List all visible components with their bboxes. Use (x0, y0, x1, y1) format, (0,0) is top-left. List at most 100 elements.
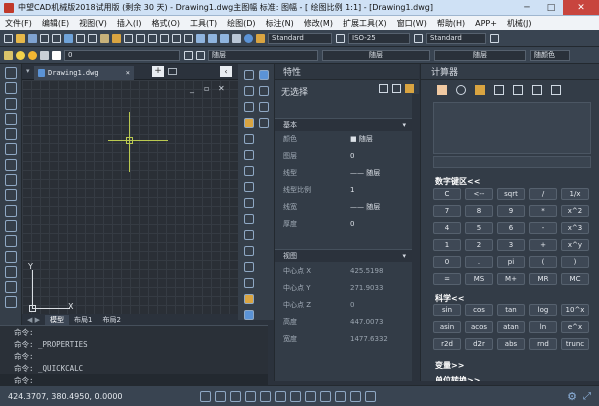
menu-file[interactable]: 文件(F) (0, 18, 37, 29)
annotation-scale-icon[interactable] (350, 390, 361, 402)
numpad-key[interactable]: ( (529, 256, 557, 268)
unit-conversion-toggle[interactable]: 单位转换>> (435, 375, 480, 381)
zoom-window-icon[interactable] (172, 33, 181, 43)
rotate-icon[interactable] (244, 166, 254, 176)
break-icon[interactable] (244, 246, 254, 256)
property-row[interactable]: 线型比例 1 (283, 183, 411, 196)
tab-list-icon[interactable] (168, 68, 177, 75)
property-row[interactable]: 线型 —— 随层 (283, 166, 411, 179)
text-style-select[interactable]: Standard (268, 32, 332, 44)
layout-nav-icon[interactable]: ◀ ▶ (22, 316, 45, 324)
lineweight-select[interactable]: 随层 (434, 49, 526, 61)
properties-icon[interactable] (196, 33, 205, 43)
layer-select[interactable]: 0 (64, 49, 180, 61)
point-icon[interactable] (4, 265, 17, 278)
property-row[interactable]: 厚度 0 (283, 217, 411, 230)
property-row[interactable]: 中心点 Y 271.9033 (283, 281, 411, 294)
ortho-icon[interactable] (230, 390, 241, 402)
spline-icon[interactable] (4, 189, 17, 202)
numpad-key[interactable]: . (465, 256, 493, 268)
paste-value-icon[interactable] (475, 85, 485, 95)
new-tab-button[interactable]: + (152, 66, 164, 77)
design-center-icon[interactable] (208, 33, 217, 43)
numpad-key[interactable]: 7 (433, 205, 461, 217)
select-objects-icon[interactable] (392, 84, 401, 93)
menu-mechanical[interactable]: 机械(J) (502, 18, 537, 29)
line-icon[interactable] (4, 67, 17, 79)
numpad-key[interactable]: 0 (433, 256, 461, 268)
insert-block-icon[interactable] (4, 235, 17, 248)
numpad-key[interactable]: x^3 (561, 222, 589, 234)
object-snap-tracking-icon[interactable] (275, 390, 286, 402)
hatch-icon[interactable] (4, 281, 17, 294)
numpad-key[interactable]: / (529, 188, 557, 200)
layer-previous-icon[interactable] (196, 50, 205, 60)
sheet-set-icon[interactable] (259, 118, 269, 128)
table-style-select[interactable]: Standard (426, 32, 486, 44)
numpad-key[interactable]: - (529, 222, 557, 234)
scientific-key[interactable]: abs (497, 338, 525, 350)
dim-style-select[interactable]: ISO-25 (348, 32, 410, 44)
zoom-previous-icon[interactable] (184, 33, 193, 43)
numpad-key[interactable]: 5 (465, 222, 493, 234)
menu-app[interactable]: APP+ (470, 19, 502, 28)
zoom-realtime-icon[interactable] (160, 33, 169, 43)
numpad-key[interactable]: 1 (433, 239, 461, 251)
property-row[interactable]: 图层 0 (283, 149, 411, 162)
scientific-key[interactable]: sin (433, 304, 461, 316)
numpad-key[interactable]: x^2 (561, 205, 589, 217)
numpad-key[interactable]: 2 (465, 239, 493, 251)
numpad-key[interactable]: sqrt (497, 188, 525, 200)
explode-icon[interactable] (244, 294, 254, 304)
offset-icon[interactable] (244, 118, 254, 128)
numpad-key[interactable]: = (433, 273, 461, 285)
new-file-icon[interactable] (4, 33, 13, 43)
toggle-pickadd-icon[interactable] (379, 84, 388, 93)
help-icon[interactable] (244, 33, 253, 43)
ellipse-arc-icon[interactable] (4, 219, 17, 232)
tool-palette-icon[interactable] (220, 33, 229, 43)
tab-menu-icon[interactable]: ▾ (26, 67, 30, 75)
viewport-close-button[interactable]: ✕ (218, 84, 225, 93)
numpad-key[interactable]: MR (529, 273, 557, 285)
minimize-button[interactable]: ─ (515, 0, 539, 15)
numpad-key[interactable]: 6 (497, 222, 525, 234)
stretch-icon[interactable] (244, 198, 254, 208)
undo-icon[interactable] (124, 33, 133, 43)
numpad-key[interactable]: 3 (497, 239, 525, 251)
tab-model[interactable]: 模型 (45, 314, 69, 325)
distance-icon[interactable] (513, 85, 523, 95)
numpad-key[interactable]: * (529, 205, 557, 217)
color-select[interactable]: 随层 (208, 49, 318, 61)
menu-edit[interactable]: 编辑(E) (37, 18, 74, 29)
numpad-key[interactable]: 1/x (561, 188, 589, 200)
scientific-key[interactable]: e^x (561, 321, 589, 333)
property-row[interactable]: 中心点 X 425.5198 (283, 264, 411, 277)
scientific-key[interactable]: cos (465, 304, 493, 316)
save-icon[interactable] (28, 33, 37, 43)
clear-icon[interactable] (437, 85, 447, 95)
drawing-tab[interactable]: Drawing1.dwg × (34, 66, 134, 80)
close-button[interactable]: ✕ (563, 0, 599, 15)
polar-tracking-icon[interactable] (245, 390, 256, 402)
numpad-key[interactable]: MC (561, 273, 589, 285)
clear-history-icon[interactable] (456, 85, 466, 95)
scientific-key[interactable]: acos (465, 321, 493, 333)
numpad-key[interactable]: MS (465, 273, 493, 285)
menu-view[interactable]: 视图(V) (74, 18, 112, 29)
redo-icon[interactable] (136, 33, 145, 43)
array-icon[interactable] (244, 134, 254, 144)
scientific-key[interactable]: ln (529, 321, 557, 333)
cut-icon[interactable] (76, 33, 85, 43)
fillet-icon[interactable] (244, 278, 254, 288)
tab-scroll-icon[interactable]: ‹ (220, 66, 232, 77)
basic-section-header[interactable]: 基本 ▾ (275, 118, 412, 131)
collapse-icon[interactable]: ▾ (402, 252, 406, 260)
tool-palettes-icon[interactable] (259, 102, 269, 112)
scientific-key[interactable]: tan (497, 304, 525, 316)
polyline-icon[interactable] (4, 97, 17, 110)
copy-object-icon[interactable] (244, 86, 254, 96)
numpad-key[interactable]: x^y (561, 239, 589, 251)
design-center-toggle-icon[interactable] (259, 86, 269, 96)
make-block-icon[interactable] (4, 250, 17, 263)
